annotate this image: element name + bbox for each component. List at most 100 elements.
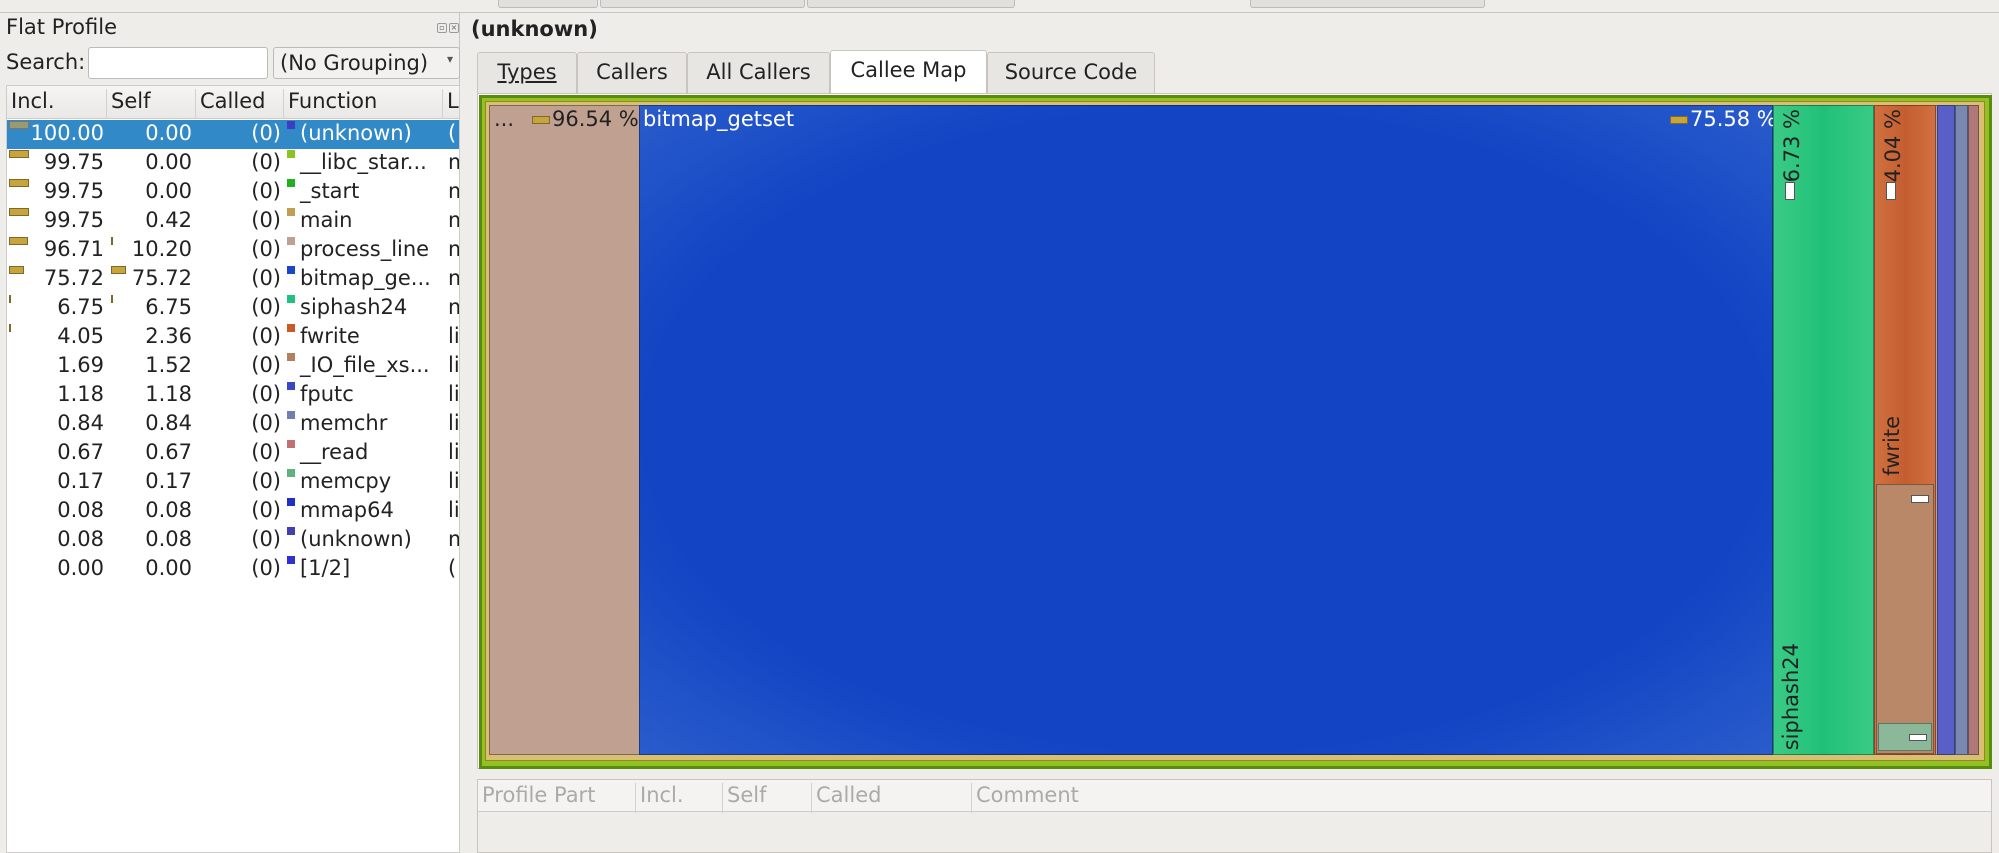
incl-cell: 4.05 (57, 324, 104, 348)
function-color-icon (287, 411, 295, 419)
self-cost-bar (111, 237, 113, 245)
incl-cell: 100.00 (30, 121, 104, 145)
column-header-self[interactable]: Self (723, 783, 812, 813)
cost-bar-icon (1909, 734, 1927, 741)
called-cell: (0) (251, 324, 281, 348)
column-header-profile-part[interactable]: Profile Part (478, 783, 636, 813)
table-row[interactable]: 6.75 6.75 (0) siphash24 m (7, 294, 459, 323)
function-color-icon (287, 179, 295, 187)
tab-all-callers[interactable]: All Callers (687, 52, 830, 94)
column-header-self[interactable]: Self (107, 89, 196, 119)
incl-cell: 99.75 (43, 179, 104, 203)
function-color-icon (287, 208, 295, 216)
self-cell: 75.72 (131, 266, 192, 290)
table-row[interactable]: 99.75 0.00 (0) _start m (7, 178, 459, 207)
table-row[interactable]: 0.00 0.00 (0) [1/2] ( (7, 555, 459, 584)
treemap-main[interactable]: ... 96.54 % bitmap_getset 75.58 % 6.73 %… (485, 101, 1985, 761)
treemap-siphash24[interactable]: 6.73 % siphash24 (1773, 105, 1874, 755)
table-row[interactable]: 96.71 10.20 (0) process_line m (7, 236, 459, 265)
toolbar-strip (0, 0, 1999, 13)
flat-profile-table[interactable]: Incl. Self Called Function L 100.00 0.00 (… (6, 85, 460, 853)
siphash24-pct: 6.73 % (1780, 109, 1804, 183)
float-icon[interactable]: ▫ (437, 23, 447, 33)
incl-cell: 0.08 (57, 527, 104, 551)
location-cell: m (448, 295, 459, 319)
function-color-icon (287, 121, 295, 129)
callee-treemap[interactable]: ... 96.54 % bitmap_getset 75.58 % 6.73 %… (479, 95, 1992, 769)
table-row[interactable]: 0.84 0.84 (0) memchr li (7, 410, 459, 439)
table-row[interactable]: 0.08 0.08 (0) (unknown) m (7, 526, 459, 555)
column-header-incl[interactable]: Incl. (7, 89, 107, 119)
incl-cell: 0.84 (57, 411, 104, 435)
panel-title: Flat Profile (6, 15, 117, 39)
toolbar-button[interactable] (807, 0, 1015, 8)
function-cell: __read (300, 440, 369, 464)
cost-bar-icon (532, 116, 550, 124)
bitmap-getset-pct: 75.58 % (1690, 107, 1777, 131)
treemap-memchr[interactable] (1955, 105, 1968, 755)
table-row[interactable]: 1.69 1.52 (0) _IO_file_xs... li (7, 352, 459, 381)
called-cell: (0) (251, 353, 281, 377)
profile-parts-table[interactable]: Profile Part Incl. Self Called Comment (477, 779, 1992, 853)
table-row[interactable]: 99.75 0.42 (0) main m (7, 207, 459, 236)
called-cell: (0) (251, 266, 281, 290)
toolbar-combo[interactable] (1250, 0, 1485, 8)
column-header-called[interactable]: Called (812, 783, 972, 813)
table-row[interactable]: 1.18 1.18 (0) fputc li (7, 381, 459, 410)
table-row[interactable]: 99.75 0.00 (0) __libc_star... m (7, 149, 459, 178)
function-color-icon (287, 440, 295, 448)
toolbar-button[interactable] (498, 0, 598, 8)
function-color-icon (287, 324, 295, 332)
tab-source-code[interactable]: Source Code (987, 52, 1155, 94)
treemap-bitmap-getset[interactable]: bitmap_getset 75.58 % (639, 105, 1777, 755)
treemap-io-file-xsputn[interactable] (1876, 484, 1934, 754)
column-header-comment[interactable]: Comment (972, 783, 1992, 813)
treemap-fputc[interactable] (1937, 105, 1955, 755)
column-header-called[interactable]: Called (196, 89, 284, 119)
chevron-down-icon: ▾ (446, 52, 453, 66)
called-cell: (0) (251, 411, 281, 435)
self-cell: 1.18 (145, 382, 192, 406)
treemap-memcpy[interactable] (1878, 723, 1932, 751)
table-row[interactable]: 75.72 75.72 (0) bitmap_ge... m (7, 265, 459, 294)
close-icon[interactable]: × (449, 23, 459, 33)
self-cell: 1.52 (145, 353, 192, 377)
column-header-incl[interactable]: Incl. (636, 783, 723, 813)
column-header-function[interactable]: Function (284, 89, 443, 119)
grouping-select[interactable]: (No Grouping) ▾ (273, 47, 460, 79)
called-cell: (0) (251, 237, 281, 261)
function-cell: (unknown) (300, 527, 412, 551)
incl-cost-bar (9, 266, 24, 274)
table-row[interactable]: 0.67 0.67 (0) __read li (7, 439, 459, 468)
incl-cost-bar (9, 150, 29, 158)
called-cell: (0) (251, 382, 281, 406)
called-cell: (0) (251, 527, 281, 551)
treemap-fwrite[interactable]: 4.04 % fwrite (1874, 105, 1936, 755)
function-cell: main (300, 208, 353, 232)
treemap-process-line[interactable]: ... 96.54 % bitmap_getset 75.58 % 6.73 %… (489, 105, 1979, 755)
table-row[interactable]: 0.17 0.17 (0) memcpy li (7, 468, 459, 497)
column-header-location[interactable]: L (443, 89, 459, 119)
called-cell: (0) (251, 179, 281, 203)
toolbar-button[interactable] (600, 0, 805, 8)
function-cell: (unknown) (300, 121, 412, 145)
location-cell: m (448, 266, 459, 290)
location-cell: li (448, 469, 460, 493)
search-input[interactable] (88, 47, 268, 79)
tab-types[interactable]: Types (477, 52, 577, 94)
cost-bar-icon (1670, 116, 1688, 124)
location-cell: ( (448, 121, 457, 145)
tab-label: All Callers (706, 60, 811, 84)
location-cell: m (448, 237, 459, 261)
treemap-read[interactable] (1968, 105, 1979, 755)
called-cell: (0) (251, 440, 281, 464)
location-cell: m (448, 527, 459, 551)
tab-callee-map[interactable]: Callee Map (830, 50, 987, 94)
tab-callers[interactable]: Callers (577, 52, 687, 94)
table-row[interactable]: 100.00 0.00 (0) (unknown) ( (7, 120, 459, 149)
self-cell: 0.00 (145, 150, 192, 174)
cost-bar-icon (1886, 182, 1896, 200)
table-row[interactable]: 0.08 0.08 (0) mmap64 li (7, 497, 459, 526)
called-cell: (0) (251, 150, 281, 174)
table-row[interactable]: 4.05 2.36 (0) fwrite li (7, 323, 459, 352)
